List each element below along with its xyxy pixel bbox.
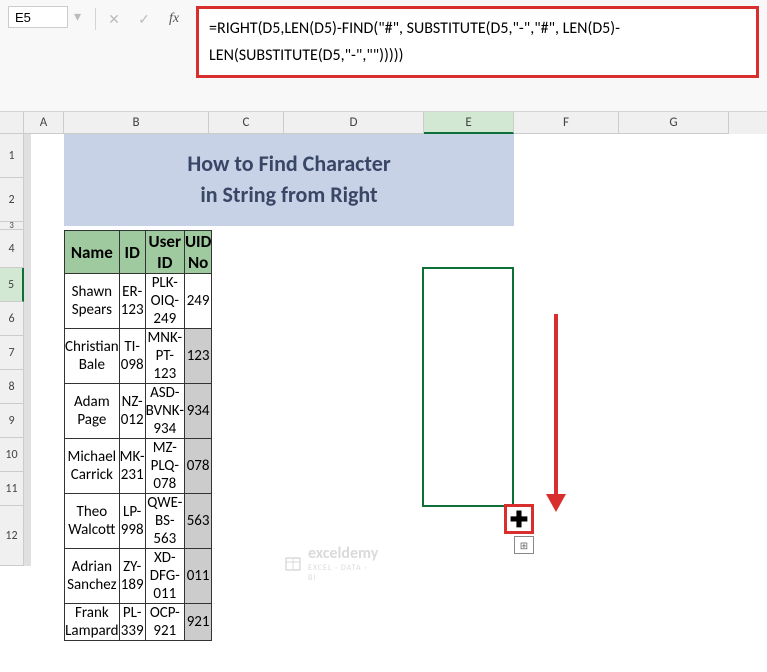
- fill-handle-cursor[interactable]: ✚: [504, 504, 534, 534]
- row-header-7[interactable]: 7: [0, 336, 24, 370]
- cell-userid[interactable]: PLK-OIQ-249: [145, 274, 184, 329]
- data-table: Name ID User ID UID No Shawn Spears ER-1…: [64, 230, 212, 641]
- name-box-dropdown-icon[interactable]: ▾: [74, 8, 81, 25]
- insert-function-icon[interactable]: fx: [162, 8, 186, 30]
- select-all-corner[interactable]: [0, 112, 24, 134]
- col-header-D[interactable]: D: [284, 112, 424, 134]
- cell-name[interactable]: Frank Lampard: [65, 604, 120, 641]
- table-row: Frank Lampard PL-339 OCP-921 921: [65, 604, 212, 641]
- formula-bar[interactable]: =RIGHT(D5,LEN(D5)-FIND("#", SUBSTITUTE(D…: [196, 6, 759, 78]
- separator: [95, 8, 96, 30]
- cell-userid[interactable]: QWE-BS-563: [145, 494, 184, 549]
- col-header-B[interactable]: B: [64, 112, 209, 134]
- cell-name[interactable]: Theo Walcott: [65, 494, 120, 549]
- enter-icon[interactable]: ✓: [132, 8, 156, 30]
- cell-userid[interactable]: OCP-921: [145, 604, 184, 641]
- watermark-icon: [284, 554, 304, 574]
- column-headers: A B C D E F G: [0, 112, 767, 134]
- row-header-3[interactable]: 3: [0, 222, 24, 230]
- cell-uid[interactable]: 934: [184, 384, 211, 439]
- row-header-8[interactable]: 8: [0, 370, 24, 404]
- cell-id[interactable]: PL-339: [119, 604, 145, 641]
- cell-userid[interactable]: ASD-BVNK-934: [145, 384, 184, 439]
- row-header-12[interactable]: 12: [0, 506, 24, 566]
- cell-name[interactable]: Christian Bale: [65, 329, 120, 384]
- row-header-11[interactable]: 11: [0, 472, 24, 506]
- cell-uid[interactable]: 249: [184, 274, 211, 329]
- row-header-4[interactable]: 4: [0, 230, 24, 268]
- name-box[interactable]: [8, 6, 68, 28]
- col-header-G[interactable]: G: [619, 112, 729, 134]
- cell-name[interactable]: Adam Page: [65, 384, 120, 439]
- cell-id[interactable]: LP-998: [119, 494, 145, 549]
- header-uid[interactable]: UID No: [184, 231, 211, 274]
- row-header-2[interactable]: 2: [0, 178, 24, 222]
- row-headers: 1 2 3 4 5 6 7 8 9 10 11 12: [0, 134, 24, 566]
- cell-name[interactable]: Shawn Spears: [65, 274, 120, 329]
- spreadsheet-grid: A B C D E F G 1 2 3 4 5 6 7 8 9 10 11 12: [0, 112, 767, 566]
- annotation-arrow: [554, 314, 566, 512]
- cell-userid[interactable]: XD-DFG-011: [145, 549, 184, 604]
- cell-id[interactable]: ER-123: [119, 274, 145, 329]
- formula-bar-container: ▾ ✕ ✓ fx =RIGHT(D5,LEN(D5)-FIND("#", SUB…: [0, 0, 767, 112]
- header-id[interactable]: ID: [119, 231, 145, 274]
- cell-uid[interactable]: 078: [184, 439, 211, 494]
- table-row: Adrian Sanchez ZY-189 XD-DFG-011 011: [65, 549, 212, 604]
- header-name[interactable]: Name: [65, 231, 120, 274]
- col-header-A[interactable]: A: [24, 112, 64, 134]
- cell-name[interactable]: Adrian Sanchez: [65, 549, 120, 604]
- row-header-1[interactable]: 1: [0, 134, 24, 178]
- title-line1: How to Find Character: [187, 149, 390, 180]
- watermark: exceldemy EXCEL · DATA · BI: [284, 544, 378, 583]
- cell-uid[interactable]: 563: [184, 494, 211, 549]
- row-header-9[interactable]: 9: [0, 404, 24, 438]
- row-header-5[interactable]: 5: [0, 268, 24, 302]
- cell-userid[interactable]: MNK-PT-123: [145, 329, 184, 384]
- table-row: Shawn Spears ER-123 PLK-OIQ-249 249: [65, 274, 212, 329]
- row-header-10[interactable]: 10: [0, 438, 24, 472]
- col-header-C[interactable]: C: [209, 112, 284, 134]
- table-row: Theo Walcott LP-998 QWE-BS-563 563: [65, 494, 212, 549]
- table-row: Christian Bale TI-098 MNK-PT-123 123: [65, 329, 212, 384]
- col-header-F[interactable]: F: [514, 112, 619, 134]
- table-row: Adam Page NZ-012 ASD-BVNK-934 934: [65, 384, 212, 439]
- cell-id[interactable]: MK-231: [119, 439, 145, 494]
- cell-uid[interactable]: 011: [184, 549, 211, 604]
- worksheet-title: How to Find Character in String from Rig…: [64, 134, 514, 226]
- cell-id[interactable]: TI-098: [119, 329, 145, 384]
- cell-uid[interactable]: 921: [184, 604, 211, 641]
- watermark-tagline: EXCEL · DATA · BI: [308, 563, 378, 583]
- watermark-brand: exceldemy: [308, 544, 378, 563]
- cell-id[interactable]: NZ-012: [119, 384, 145, 439]
- row-header-6[interactable]: 6: [0, 302, 24, 336]
- title-line2: in String from Right: [200, 180, 377, 211]
- cell-id[interactable]: ZY-189: [119, 549, 145, 604]
- autofill-options-icon[interactable]: ⊞: [514, 536, 534, 554]
- cell-userid[interactable]: MZ-PLQ-078: [145, 439, 184, 494]
- cell-uid[interactable]: 123: [184, 329, 211, 384]
- cancel-icon[interactable]: ✕: [102, 8, 126, 30]
- selection-outline: [422, 267, 514, 507]
- cell-name[interactable]: Michael Carrick: [65, 439, 120, 494]
- header-userid[interactable]: User ID: [145, 231, 184, 274]
- col-header-E[interactable]: E: [424, 112, 514, 134]
- table-row: Michael Carrick MK-231 MZ-PLQ-078 078: [65, 439, 212, 494]
